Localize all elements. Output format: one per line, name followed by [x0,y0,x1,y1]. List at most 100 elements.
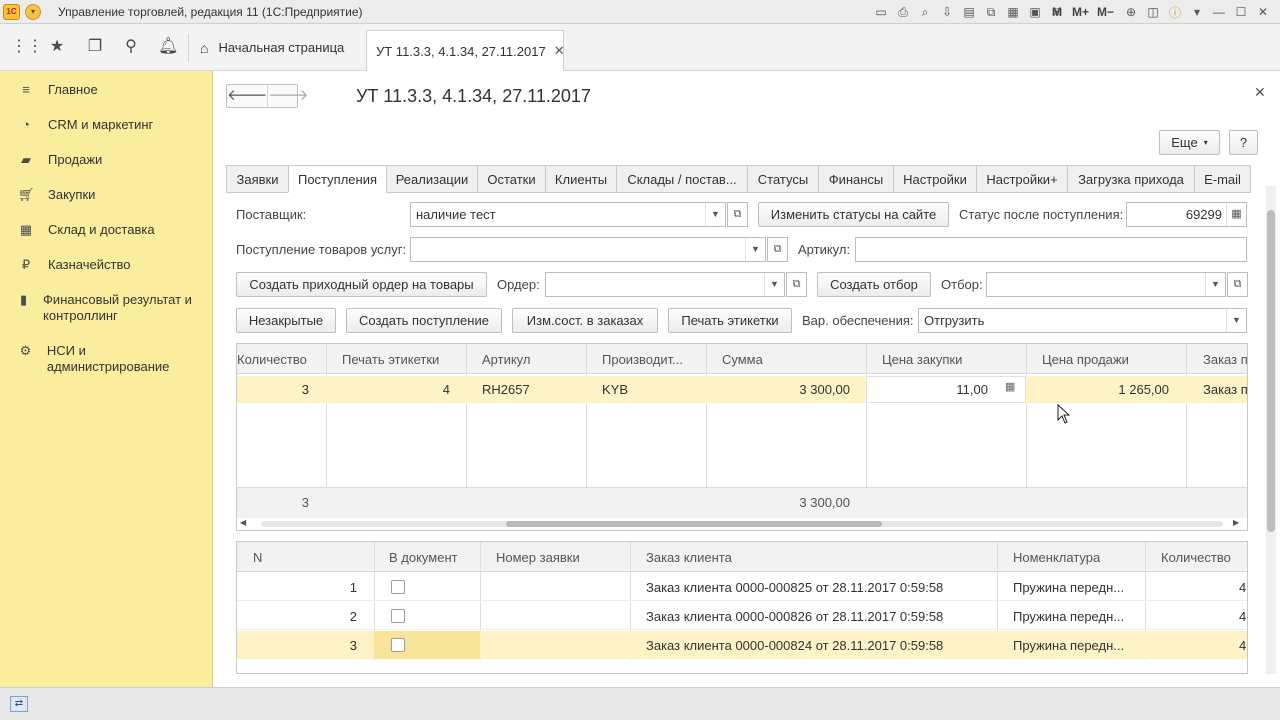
col-maker[interactable]: Производит... [602,352,683,367]
col-sum[interactable]: Сумма [722,352,763,367]
chevron-down-icon[interactable]: ▼ [1205,273,1225,296]
receipt-field[interactable]: ▼ [410,237,766,262]
order-field[interactable]: ▼ [545,272,785,297]
chevron-down-icon[interactable]: ▼ [745,238,765,261]
sidebar-item-treasury[interactable]: ₽ Казначейство [0,257,213,273]
change-state-button[interactable]: Изм.сост. в заказах [512,308,658,333]
in-document-checkbox[interactable] [391,580,405,594]
filter-field[interactable]: ▼ [986,272,1226,297]
tab-sales[interactable]: Реализации [386,165,477,193]
provision-field[interactable]: Отгрузить ▼ [918,308,1247,333]
filter-open-icon[interactable]: ⧉ [1227,272,1248,297]
sidebar-item-admin[interactable]: ⚙ НСИ и администрирование [0,343,200,375]
status-after-field[interactable]: 69299 ▦ [1126,202,1247,227]
zoom-icon[interactable]: ⊕ [1124,5,1138,19]
tab-settings-plus[interactable]: Настройки+ [976,165,1067,193]
print-icon[interactable]: ⎙ [896,5,910,20]
change-status-button[interactable]: Изменить статусы на сайте [758,202,949,227]
memory-minus-button[interactable]: М− [1097,5,1114,19]
print-labels-button[interactable]: Печать этикетки [668,308,792,333]
order-open-icon[interactable]: ⧉ [786,272,807,297]
preview-icon[interactable]: ⌕ [918,5,932,20]
row-buy-price[interactable]: 11,00 [866,382,988,397]
calculator-icon[interactable]: ▦ [1006,5,1020,19]
col-sell-price[interactable]: Цена продажи [1042,352,1129,367]
close-tab-icon[interactable]: ✕ [554,43,565,59]
col-n[interactable]: N [253,550,262,565]
supplier-open-icon[interactable]: ⧉ [727,202,748,227]
document-tab[interactable]: УТ 11.3.3, 4.1.34, 27.11.2017 ✕ [366,30,565,71]
help-button[interactable]: ? [1229,130,1258,155]
history-icon[interactable]: ❐ [85,37,105,57]
sidebar-item-warehouse[interactable]: ▦ Склад и доставка [0,222,213,238]
sidebar-item-finance[interactable]: ▮ Финансовый результат и контроллинг [0,292,200,324]
col-quantity[interactable]: Количество [1161,550,1231,565]
col-print[interactable]: Печать этикетки [342,352,439,367]
tab-finance[interactable]: Финансы [818,165,893,193]
scroll-thumb[interactable] [506,521,882,527]
vertical-scroll-thumb[interactable] [1267,210,1275,532]
horizontal-scrollbar[interactable]: ◀ ▶ [237,518,1247,530]
info-icon[interactable]: ⓘ [1168,4,1182,21]
calendar-icon[interactable]: ▣ [1028,5,1042,19]
tab-upload-receipt[interactable]: Загрузка прихода [1067,165,1194,193]
memory-button[interactable]: М [1050,5,1064,19]
apps-grid-icon[interactable]: ⋮⋮ [11,37,43,57]
scroll-right-icon[interactable]: ▶ [1233,518,1239,527]
copy-icon[interactable]: ⧉ [984,5,998,20]
col-qty[interactable]: Количество [237,352,307,367]
forward-arrow-icon[interactable]: 🡒 [267,85,308,107]
tab-clients[interactable]: Клиенты [545,165,616,193]
tab-stock[interactable]: Остатки [477,165,545,193]
calculator-icon[interactable]: ▦ [1005,380,1015,393]
back-arrow-icon[interactable]: 🡐 [227,85,267,107]
tab-statuses[interactable]: Статусы [747,165,818,193]
main-menu-button[interactable]: ▾ [25,4,41,20]
tab-warehouses[interactable]: Склады / постав... [616,165,747,193]
close-icon[interactable]: ✕ [1256,5,1270,19]
supplier-field[interactable]: наличие тест ▼ [410,202,726,227]
in-document-checkbox[interactable] [391,609,405,623]
in-document-checkbox[interactable] [391,638,405,652]
sidebar-item-sales[interactable]: ▰ Продажи [0,152,213,168]
receipt-open-icon[interactable]: ⧉ [767,237,788,262]
tab-email[interactable]: E-mail [1194,165,1251,193]
export-icon[interactable]: ▤ [962,5,976,19]
col-buy-price[interactable]: Цена закупки [882,352,962,367]
tab-requests[interactable]: Заявки [226,165,288,193]
calculator-icon[interactable]: ▦ [1226,203,1246,226]
bell-icon[interactable]: 🔔︎ [158,37,178,57]
sidebar-item-crm[interactable]: ◔ CRM и маркетинг [0,117,213,133]
chevron-down-icon[interactable]: ▼ [705,203,725,226]
save-file-icon[interactable]: ⇩ [940,5,954,19]
create-receipt-button[interactable]: Создать поступление [346,308,502,333]
panel-icon[interactable]: ◫ [1146,5,1160,19]
sidebar-item-purchases[interactable]: 🛒︎ Закупки [0,187,213,203]
chevron-down-icon[interactable]: ▼ [764,273,784,296]
minimize-icon[interactable]: — [1212,5,1226,19]
save-icon[interactable]: ▭ [874,5,888,19]
col-item[interactable]: Номенклатура [1013,550,1100,565]
sidebar-item-main[interactable]: ≡ Главное [0,82,213,98]
create-filter-button[interactable]: Создать отбор [817,272,931,297]
article-field[interactable] [855,237,1247,262]
col-order[interactable]: Заказ п [1203,352,1247,367]
more-button[interactable]: Еще ▾ [1159,130,1220,155]
col-request-number[interactable]: Номер заявки [496,550,580,565]
chevron-down-icon[interactable]: ▾ [1190,5,1204,19]
close-form-icon[interactable]: ✕ [1254,84,1266,101]
favorites-star-icon[interactable]: ★ [47,37,67,57]
maximize-icon[interactable]: ☐ [1234,5,1248,19]
memory-plus-button[interactable]: М+ [1072,5,1089,19]
home-tab[interactable]: ⌂ Начальная страница [188,24,364,71]
tab-settings[interactable]: Настройки [893,165,976,193]
tab-receipts[interactable]: Поступления [288,165,386,193]
col-client-order[interactable]: Заказ клиента [646,550,732,565]
create-order-button[interactable]: Создать приходный ордер на товары [236,272,487,297]
scroll-left-icon[interactable]: ◀ [240,518,246,527]
col-in-document[interactable]: В документ [389,550,458,565]
search-icon[interactable]: ⚲ [121,37,141,57]
col-article[interactable]: Артикул [482,352,530,367]
chevron-down-icon[interactable]: ▼ [1226,309,1246,332]
messages-icon[interactable]: ⇄ [10,696,28,712]
